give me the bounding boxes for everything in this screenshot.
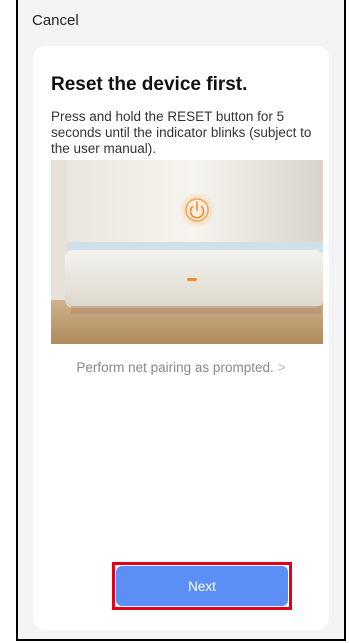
instruction-card: Reset the device first. Press and hold t…	[33, 46, 329, 630]
device-illustration	[51, 160, 323, 344]
page-title: Reset the device first.	[51, 74, 248, 95]
next-button[interactable]: Next	[116, 566, 288, 606]
instruction-text: Press and hold the RESET button for 5 se…	[51, 109, 312, 156]
app-screen: Cancel Reset the device first. Press and…	[16, 0, 346, 641]
chevron-right-icon: >	[277, 360, 286, 375]
cancel-button[interactable]: Cancel	[32, 12, 79, 29]
net-pairing-link[interactable]: Perform net pairing as prompted. >	[33, 360, 329, 375]
net-pairing-label: Perform net pairing as prompted.	[76, 360, 274, 375]
device-photo	[51, 160, 323, 344]
